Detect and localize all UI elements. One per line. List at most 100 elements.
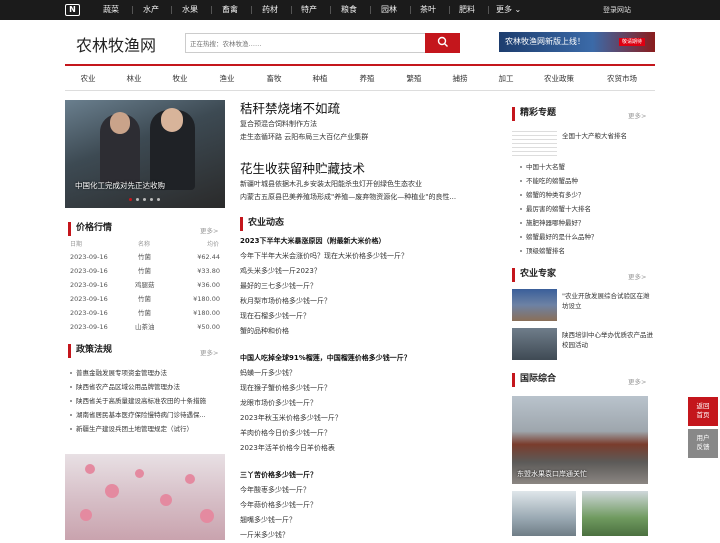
price-row[interactable]: 2023-09-16 竹菌 ¥180.00 (70, 306, 222, 320)
news-item[interactable]: 蚂蟥一斤多少钱？ (240, 366, 296, 381)
news-item[interactable]: 秋月梨市场价格多少钱一斤？ (240, 294, 331, 309)
news-item[interactable]: 现在石榴多少钱一斤？ (240, 309, 310, 324)
price-row[interactable]: 2023-09-16 竹菌 ¥180.00 (70, 292, 222, 306)
sub-link[interactable]: 走生态循环路 云阳布局三大百亿产业集群 (240, 132, 368, 142)
search-button[interactable] (425, 33, 460, 53)
sub-link[interactable]: 新疆叶城县依据木孔乡安装太阳能杀虫灯开创绿色生态农业 (240, 179, 422, 189)
topnav-item[interactable]: 茶叶 (420, 0, 436, 20)
prices-more-link[interactable]: 更多> (200, 225, 218, 235)
slide-dot[interactable] (150, 198, 153, 201)
category-item[interactable]: 林业 (111, 66, 157, 91)
intl-more-link[interactable]: 更多> (628, 376, 646, 386)
topnav-more[interactable]: 更多 ⌄ (496, 0, 521, 20)
category-item[interactable]: 加工 (483, 66, 529, 91)
topnav-item[interactable]: 畜禽 (222, 0, 238, 20)
news-item[interactable]: 羊肉价格今日价多少钱一斤？ (240, 426, 331, 441)
category-item[interactable]: 渔业 (203, 66, 251, 91)
news-item[interactable]: 2023年活羊价格今日羊价格表 (240, 441, 335, 456)
banner-ad[interactable]: 农林牧渔网新版上线！ 敬请期待 (499, 32, 655, 52)
sub-link[interactable]: 复合预混合饲料制作方法 (240, 119, 317, 129)
news-item[interactable]: 翘嘴多少钱一斤？ (240, 513, 296, 528)
slide-dot[interactable] (129, 198, 132, 201)
news-item[interactable]: 蟹的品种和价格 (240, 324, 289, 339)
expert-thumbnail[interactable] (512, 289, 557, 321)
news-item[interactable]: 最好的三七多少钱一斤？ (240, 279, 317, 294)
price-row[interactable]: 2023-09-16 鸡腿菇 ¥36.00 (70, 278, 222, 292)
news-item[interactable]: 今年蒜价格多少钱一斤？ (240, 498, 317, 513)
site-logo-icon[interactable]: N (65, 4, 80, 16)
topnav-item[interactable]: 水果 (182, 0, 198, 20)
featured-item[interactable]: 螃蟹的种类有多少？ (520, 188, 585, 202)
featured-item[interactable]: 不能吃的螃蟹品种 (520, 174, 578, 188)
category-item[interactable]: 繁殖 (391, 66, 437, 91)
news-item[interactable]: 2023年秋玉米价格多少钱一斤？ (240, 411, 342, 426)
expert-thumbnail[interactable] (512, 328, 557, 360)
topnav-item[interactable]: 水产 (143, 0, 159, 20)
site-title[interactable]: 农林牧渔网 (76, 32, 156, 56)
category-item[interactable]: 农业 (65, 66, 111, 91)
policy-item[interactable]: 湖南省居民基本医疗保险慢特病门诊待遇保... (70, 409, 220, 422)
slide-dot[interactable] (143, 198, 146, 201)
news-item[interactable]: 今年酸枣多少钱一斤？ (240, 483, 310, 498)
topnav-item[interactable]: 肥料 (459, 0, 475, 20)
news-item-bold[interactable]: 2023下半年大米暴涨原因（附最新大米价格） (240, 234, 385, 249)
news-item[interactable]: 龙眼市场价多少钱一斤？ (240, 396, 317, 411)
policy-item[interactable]: 陕西省关于高质量建设高标准农田的十条措施 (70, 395, 220, 408)
price-row[interactable]: 2023-09-16 山茶油 ¥50.00 (70, 320, 222, 334)
policy-item[interactable]: 陕西省农产品区域公用品牌管理办法 (70, 381, 220, 394)
category-item[interactable]: 畜牧 (251, 66, 297, 91)
divider (171, 6, 172, 14)
table-thumbnail[interactable] (512, 128, 557, 158)
news-item-bold[interactable]: 中国人吃掉全球91%榴莲，中国榴莲价格多少钱一斤？ (240, 351, 411, 366)
featured-item[interactable]: 顶级螃蟹排名 (520, 244, 565, 258)
news-item[interactable]: 今年下半年大米会涨价吗？现在大米价格多少钱一斤？ (240, 249, 408, 264)
category-item[interactable]: 养殖 (343, 66, 391, 91)
feedback-label: 反馈 (696, 443, 710, 451)
category-item[interactable]: 种植 (297, 66, 343, 91)
divider (291, 6, 292, 14)
blossom-shape (200, 509, 214, 523)
category-item[interactable]: 农业政策 (529, 66, 589, 91)
slide-dot[interactable] (136, 198, 139, 201)
news-item[interactable]: 一斤米多少钱？ (240, 528, 289, 543)
category-item[interactable]: 捕捞 (437, 66, 483, 91)
topnav-item[interactable]: 蔬菜 (103, 0, 119, 20)
hero-slideshow[interactable]: 中国化工完成对先正达收购 (65, 100, 225, 208)
featured-top-item[interactable]: 全国十大产粮大省排名 (562, 130, 627, 140)
featured-more-link[interactable]: 更多> (628, 110, 646, 120)
search-input[interactable] (190, 37, 420, 50)
policy-item[interactable]: 普惠金融发展专项资金管理办法 (70, 367, 220, 380)
slide-dot[interactable] (157, 198, 160, 201)
headline-1[interactable]: 秸秆禁烧堵不如疏 (240, 98, 340, 117)
intl-photo[interactable]: 东盟水果袁口岸通关忙 (512, 396, 648, 484)
topnav-item[interactable]: 粮食 (341, 0, 357, 20)
news-item[interactable]: 鸡头米多少钱一斤2023？ (240, 264, 321, 279)
experts-more-link[interactable]: 更多> (628, 271, 646, 281)
intl-thumbnail[interactable] (512, 491, 576, 536)
login-link[interactable]: 登录网站 (603, 0, 631, 20)
news-item[interactable]: 现在猴子蟹价格多少钱一斤？ (240, 381, 331, 396)
expert-item[interactable]: 陕西培训中心举办优质农产品进校园活动 (562, 330, 654, 350)
featured-item[interactable]: 施肥神器哪种最好？ (520, 216, 585, 230)
sub-link[interactable]: 内蒙古五原县巴美养殖场形成"养殖—废弃物资源化—种植业"的良性... (240, 192, 485, 202)
expert-item[interactable]: "农业开放发展综合试验区在潍坊设立 (562, 291, 654, 311)
policy-item[interactable]: 新疆生产建设兵团土地管理规定（试行） (70, 423, 220, 436)
topnav-item[interactable]: 药材 (262, 0, 278, 20)
price-row[interactable]: 2023-09-16 竹菌 ¥33.80 (70, 264, 222, 278)
topnav-item[interactable]: 特产 (301, 0, 317, 20)
news-item-bold[interactable]: 三丫苦价格多少钱一斤？ (240, 468, 317, 483)
featured-item[interactable]: 中国十大名蟹 (520, 160, 565, 174)
featured-item[interactable]: 最厉害的螃蟹十大排名 (520, 202, 591, 216)
price-row[interactable]: 2023-09-16 竹菌 ¥62.44 (70, 250, 222, 264)
category-item[interactable]: 牧业 (157, 66, 203, 91)
feedback-button[interactable]: 用户 反馈 (688, 429, 718, 458)
intl-thumbnail[interactable] (582, 491, 648, 536)
flower-image[interactable] (65, 454, 225, 540)
back-to-top-button[interactable]: 返回 首页 (688, 397, 718, 426)
policy-more-link[interactable]: 更多> (200, 347, 218, 357)
intl-caption: 东盟水果袁口岸通关忙 (517, 470, 587, 478)
featured-item[interactable]: 螃蟹最好的是什么品种？ (520, 230, 598, 244)
topnav-item[interactable]: 园林 (381, 0, 397, 20)
headline-2[interactable]: 花生收获留种贮藏技术 (240, 158, 365, 177)
category-item[interactable]: 农贸市场 (589, 66, 655, 91)
